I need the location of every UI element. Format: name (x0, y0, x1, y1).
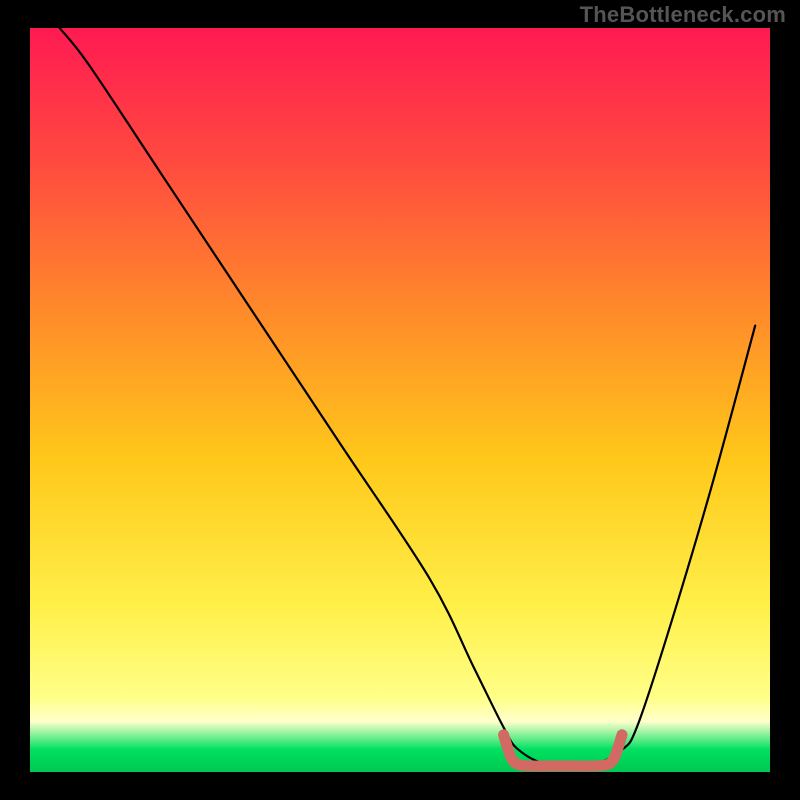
watermark-label: TheBottleneck.com (580, 2, 786, 28)
chart-frame: TheBottleneck.com (0, 0, 800, 800)
chart-svg (0, 0, 800, 800)
